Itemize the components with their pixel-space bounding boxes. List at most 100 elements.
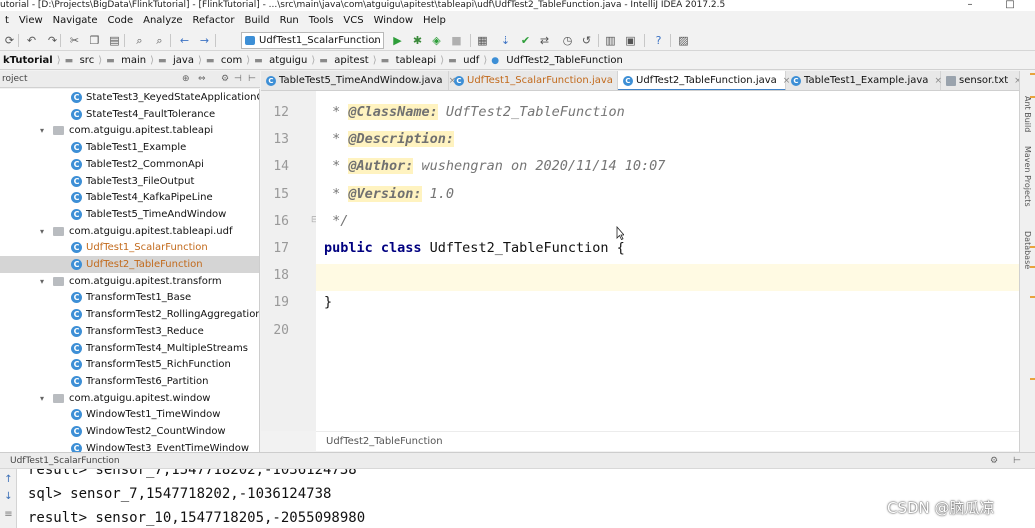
- sync-project-icon[interactable]: ⊕: [182, 71, 190, 88]
- error-stripe-marker[interactable]: [1030, 296, 1035, 298]
- forward-icon[interactable]: →: [198, 34, 211, 47]
- find-icon[interactable]: ⌕: [133, 34, 146, 47]
- error-stripe-marker[interactable]: [1030, 266, 1035, 268]
- help-icon[interactable]: ?: [652, 34, 665, 47]
- tree-item[interactable]: ▾ com.atguigu.apitest.tableapi: [0, 122, 259, 139]
- tree-item[interactable]: C StateTest4_FaultTolerance: [0, 106, 259, 123]
- tree-item[interactable]: C TableTest2_CommonApi: [0, 156, 259, 173]
- terminal-icon[interactable]: ▨: [677, 34, 690, 47]
- code-editor[interactable]: * @ClassName: UdfTest2_TableFunction * @…: [316, 91, 1019, 431]
- maximize-button[interactable]: □: [990, 0, 1030, 11]
- coverage-icon[interactable]: ◈: [430, 34, 443, 47]
- paste-icon[interactable]: ▤: [108, 34, 121, 47]
- nav-crumb-tableapi[interactable]: ▬ tableapi: [378, 55, 440, 66]
- nav-crumb-apitest[interactable]: ▬ apitest: [316, 55, 371, 66]
- stop-icon[interactable]: ■: [450, 34, 463, 47]
- hide-panel-icon[interactable]: ⊢: [248, 71, 256, 88]
- error-stripe-marker[interactable]: [1030, 96, 1035, 98]
- tree-item[interactable]: C TableTest5_TimeAndWindow: [0, 206, 259, 223]
- tree-item[interactable]: ▾ com.atguigu.apitest.tableapi.udf: [0, 223, 259, 240]
- structure-icon[interactable]: ▥: [604, 34, 617, 47]
- vcs-commit-icon[interactable]: ✔: [519, 34, 532, 47]
- menu-item-analyze[interactable]: Analyze: [138, 11, 187, 30]
- menu-item-tools[interactable]: Tools: [304, 11, 339, 30]
- tree-item[interactable]: C TransformTest1_Base: [0, 289, 259, 306]
- run-configuration-select[interactable]: UdfTest1_ScalarFunction ⌄: [241, 32, 384, 49]
- minimize-button[interactable]: –: [950, 0, 990, 11]
- tree-item[interactable]: C WindowTest3_EventTimeWindow: [0, 440, 259, 452]
- editor-tab[interactable]: CUdfTest1_ScalarFunction.java×: [449, 71, 626, 90]
- menu-item-window[interactable]: Window: [369, 11, 418, 30]
- nav-crumb-ktutorial[interactable]: kTutorial: [0, 55, 56, 66]
- nav-crumb-udftest2_tablefunction[interactable]: ● UdfTest2_TableFunction: [488, 55, 626, 66]
- run-tab[interactable]: UdfTest1_ScalarFunction: [10, 453, 120, 469]
- tree-item[interactable]: C WindowTest2_CountWindow: [0, 423, 259, 440]
- menu-item-refactor[interactable]: Refactor: [188, 11, 240, 30]
- nav-crumb-java[interactable]: ▬ java: [155, 55, 197, 66]
- sync-icon[interactable]: ⟳: [3, 34, 16, 47]
- undo-icon[interactable]: ↶: [25, 34, 38, 47]
- vcs-history-icon[interactable]: ◷: [561, 34, 574, 47]
- expand-arrow-icon[interactable]: ▾: [37, 223, 47, 240]
- editor-tab[interactable]: C TableTest5_TimeAndWindow.java ×: [261, 71, 456, 90]
- replace-icon[interactable]: ⌕: [153, 34, 166, 47]
- error-stripe-marker[interactable]: [1030, 246, 1035, 248]
- scroll-up-icon[interactable]: ↑: [3, 474, 14, 485]
- tree-item[interactable]: C TransformTest2_RollingAggregation: [0, 306, 259, 323]
- tree-item[interactable]: C TransformTest3_Reduce: [0, 323, 259, 340]
- run-icon[interactable]: ▶: [391, 34, 404, 47]
- error-stripe-marker[interactable]: [1030, 378, 1035, 380]
- editor-breadcrumb[interactable]: UdfTest2_TableFunction: [316, 431, 1019, 451]
- tool-window-database[interactable]: Database: [1023, 231, 1032, 269]
- gear-icon[interactable]: ⚙: [990, 453, 998, 469]
- tool-window-maven-projects[interactable]: Maven Projects: [1023, 146, 1032, 207]
- collapse-all-icon[interactable]: ⇔: [198, 71, 206, 88]
- tree-item[interactable]: C TableTest4_KafkaPipeLine: [0, 189, 259, 206]
- back-icon[interactable]: ←: [178, 34, 191, 47]
- menu-item-view[interactable]: View: [14, 11, 48, 30]
- debug-icon[interactable]: ✱: [411, 34, 424, 47]
- menu-item-code[interactable]: Code: [103, 11, 139, 30]
- nav-crumb-com[interactable]: ▬ com: [203, 55, 245, 66]
- soft-wrap-icon[interactable]: ≡: [3, 509, 14, 520]
- tree-item[interactable]: C TransformTest6_Partition: [0, 373, 259, 390]
- menu-item-run[interactable]: Run: [275, 11, 304, 30]
- scroll-down-icon[interactable]: ↓: [3, 491, 14, 502]
- copy-icon[interactable]: ❐: [88, 34, 101, 47]
- nav-crumb-udf[interactable]: ▬ udf: [445, 55, 482, 66]
- hide-panel-icon[interactable]: ⊢: [1013, 453, 1021, 469]
- menu-item-build[interactable]: Build: [239, 11, 274, 30]
- tree-item[interactable]: C TransformTest4_MultipleStreams: [0, 340, 259, 357]
- vcs-revert-icon[interactable]: ↺: [580, 34, 593, 47]
- menu-item-vcs[interactable]: VCS: [338, 11, 368, 30]
- error-stripe-marker[interactable]: [1030, 73, 1035, 75]
- editor-tab[interactable]: sensor.txt ×: [941, 71, 1021, 90]
- gear-icon[interactable]: ⚙: [221, 71, 229, 88]
- vcs-compare-icon[interactable]: ⇄: [538, 34, 551, 47]
- nav-crumb-src[interactable]: ▬ src: [62, 55, 98, 66]
- build-icon[interactable]: ▦: [476, 34, 489, 47]
- run-console-output[interactable]: result> sensor_7,1547718202,-1036124738 s…: [17, 469, 1035, 528]
- expand-arrow-icon[interactable]: ▾: [37, 390, 47, 407]
- tree-item[interactable]: C WindowTest1_TimeWindow: [0, 406, 259, 423]
- tool-window-ant-build[interactable]: Ant Build: [1023, 96, 1032, 132]
- sdk-icon[interactable]: ▣: [624, 34, 637, 47]
- cut-icon[interactable]: ✂: [68, 34, 81, 47]
- tree-item[interactable]: ▾ com.atguigu.apitest.transform: [0, 273, 259, 290]
- editor-tab[interactable]: C TableTest1_Example.java ×: [786, 71, 942, 90]
- tree-item[interactable]: C UdfTest1_ScalarFunction: [0, 239, 259, 256]
- menu-item-navigate[interactable]: Navigate: [48, 11, 103, 30]
- nav-crumb-atguigu[interactable]: ▬ atguigu: [251, 55, 310, 66]
- tree-item[interactable]: ▾ com.atguigu.apitest.window: [0, 390, 259, 407]
- tree-item[interactable]: C TransformTest5_RichFunction: [0, 356, 259, 373]
- vcs-update-icon[interactable]: ⇣: [499, 34, 512, 47]
- tree-item[interactable]: C TableTest1_Example: [0, 139, 259, 156]
- redo-icon[interactable]: ↷: [46, 34, 59, 47]
- tree-item[interactable]: C TableTest3_FileOutput: [0, 173, 259, 190]
- menu-item-t[interactable]: t: [0, 11, 14, 30]
- tree-item[interactable]: C StateTest3_KeyedStateApplicationCase: [0, 89, 259, 106]
- expand-arrow-icon[interactable]: ▾: [37, 273, 47, 290]
- split-icon[interactable]: ⊣: [234, 71, 242, 88]
- expand-arrow-icon[interactable]: ▾: [37, 122, 47, 139]
- nav-crumb-main[interactable]: ▬ main: [103, 55, 149, 66]
